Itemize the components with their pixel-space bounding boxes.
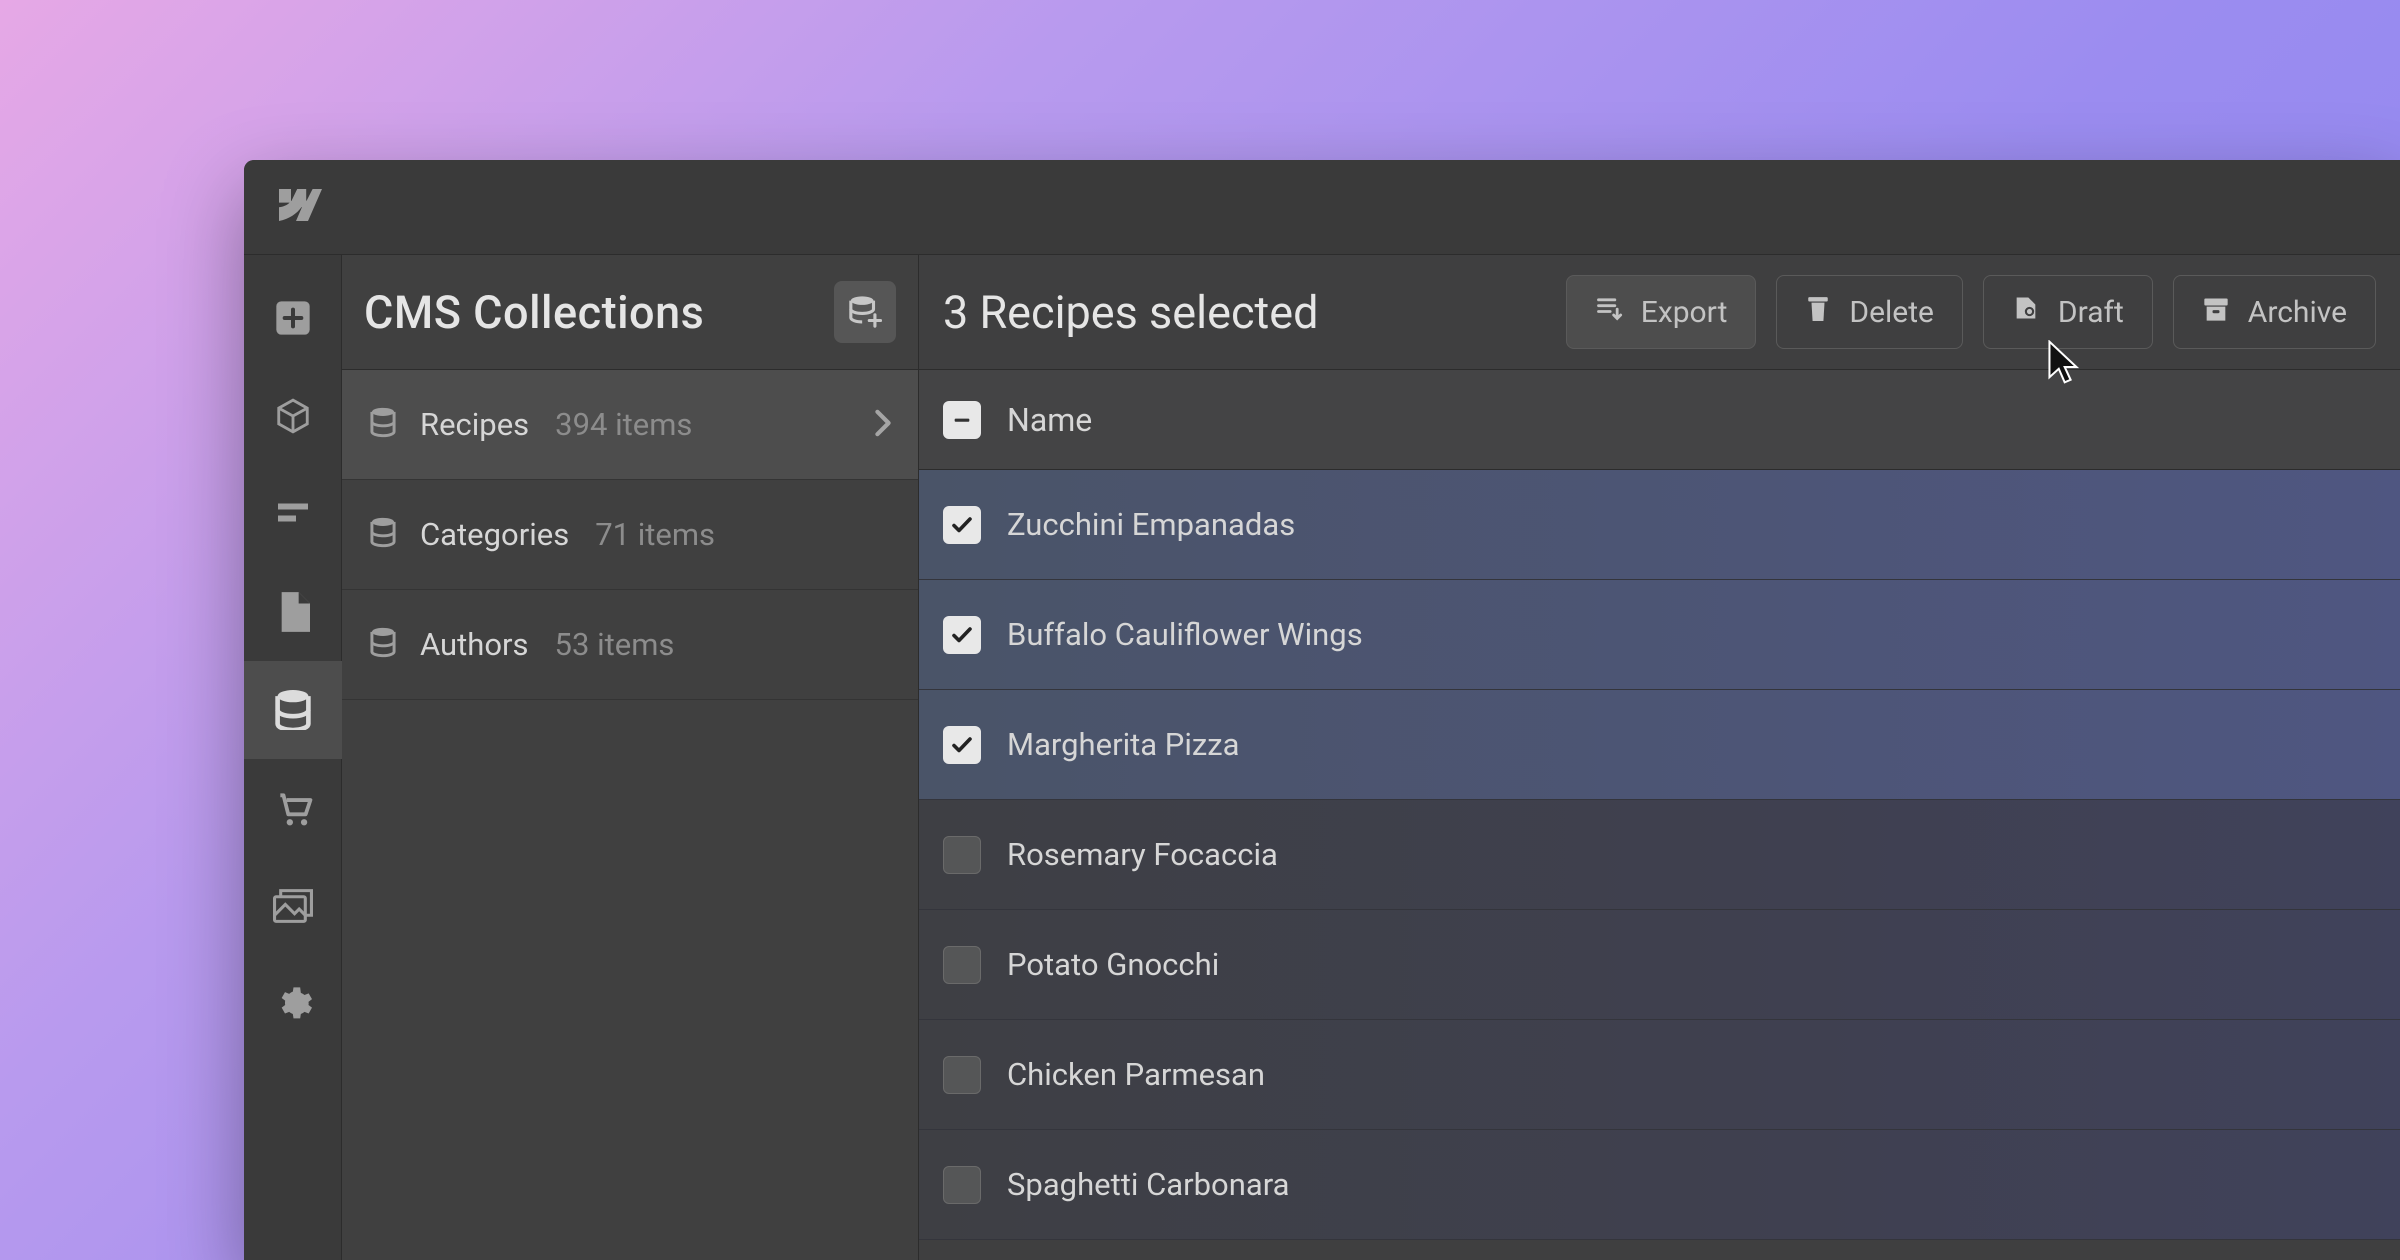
- collection-name: Authors: [420, 626, 529, 663]
- collections-list: Recipes 394 items Categories 71 items Author…: [342, 370, 918, 700]
- webflow-logo-icon: [272, 189, 322, 225]
- draft-icon: [2012, 294, 2040, 330]
- row-name: Margherita Pizza: [1007, 726, 1240, 763]
- database-icon: [368, 517, 398, 553]
- collection-item[interactable]: Recipes 394 items: [342, 370, 918, 480]
- rail-layout-icon[interactable]: [244, 465, 342, 563]
- table-row[interactable]: Spaghetti Carbonara: [919, 1130, 2400, 1240]
- app-window: CMS Collections Recipes 394 items Categori…: [244, 160, 2400, 1260]
- rail-page-icon[interactable]: [244, 563, 342, 661]
- delete-label: Delete: [1849, 295, 1934, 330]
- select-all-checkbox[interactable]: [943, 401, 981, 439]
- row-checkbox[interactable]: [943, 1166, 981, 1204]
- titlebar: [244, 160, 2400, 255]
- collection-count: 394 items: [555, 406, 692, 443]
- table-row[interactable]: Rosemary Focaccia: [919, 800, 2400, 910]
- rail-settings-icon[interactable]: [244, 955, 342, 1053]
- sidebar-title: CMS Collections: [364, 286, 816, 339]
- add-collection-button[interactable]: [834, 281, 896, 343]
- row-name: Potato Gnocchi: [1007, 946, 1219, 983]
- row-name: Zucchini Empanadas: [1007, 506, 1295, 543]
- rail-add-button[interactable]: [244, 269, 342, 367]
- table-row[interactable]: Potato Gnocchi: [919, 910, 2400, 1020]
- row-checkbox[interactable]: [943, 726, 981, 764]
- sidebar-header: CMS Collections: [342, 255, 918, 370]
- row-name: Buffalo Cauliflower Wings: [1007, 616, 1363, 653]
- collections-sidebar: CMS Collections Recipes 394 items Categori…: [342, 255, 919, 1260]
- table-header: Name: [919, 370, 2400, 470]
- row-checkbox[interactable]: [943, 1056, 981, 1094]
- archive-icon: [2202, 295, 2230, 330]
- rail-box-icon[interactable]: [244, 367, 342, 465]
- table-row[interactable]: Chicken Parmesan: [919, 1020, 2400, 1130]
- draft-button[interactable]: Draft: [1983, 275, 2153, 349]
- export-label: Export: [1641, 295, 1728, 330]
- collection-name: Categories: [420, 516, 569, 553]
- row-name: Spaghetti Carbonara: [1007, 1166, 1289, 1203]
- database-icon: [368, 407, 398, 443]
- row-checkbox[interactable]: [943, 836, 981, 874]
- collection-count: 71 items: [595, 516, 715, 553]
- row-checkbox[interactable]: [943, 616, 981, 654]
- row-checkbox[interactable]: [943, 506, 981, 544]
- table-row[interactable]: Margherita Pizza: [919, 690, 2400, 800]
- row-name: Rosemary Focaccia: [1007, 836, 1278, 873]
- main-header: 3 Recipes selected Export Delete: [919, 255, 2400, 370]
- row-name: Chicken Parmesan: [1007, 1056, 1265, 1093]
- collection-name: Recipes: [420, 406, 529, 443]
- table-rows: Zucchini Empanadas Buffalo Cauliflower Wi…: [919, 470, 2400, 1240]
- export-button[interactable]: Export: [1566, 275, 1757, 349]
- chevron-right-icon: [874, 409, 892, 441]
- collection-item[interactable]: Authors 53 items: [342, 590, 918, 700]
- main-panel: 3 Recipes selected Export Delete: [919, 255, 2400, 1260]
- row-checkbox[interactable]: [943, 946, 981, 984]
- table-row[interactable]: Buffalo Cauliflower Wings: [919, 580, 2400, 690]
- table-row[interactable]: Zucchini Empanadas: [919, 470, 2400, 580]
- rail-assets-icon[interactable]: [244, 857, 342, 955]
- database-icon: [368, 627, 398, 663]
- collection-count: 53 items: [555, 626, 675, 663]
- archive-label: Archive: [2248, 295, 2347, 330]
- archive-button[interactable]: Archive: [2173, 275, 2376, 349]
- selection-title: 3 Recipes selected: [943, 286, 1546, 339]
- column-name: Name: [1007, 401, 1092, 439]
- delete-button[interactable]: Delete: [1776, 275, 1963, 349]
- rail-cms-icon[interactable]: [244, 661, 342, 759]
- trash-icon: [1805, 293, 1831, 331]
- icon-rail: [244, 255, 342, 1260]
- export-icon: [1595, 294, 1623, 330]
- draft-label: Draft: [2058, 295, 2124, 330]
- rail-ecommerce-icon[interactable]: [244, 759, 342, 857]
- collection-item[interactable]: Categories 71 items: [342, 480, 918, 590]
